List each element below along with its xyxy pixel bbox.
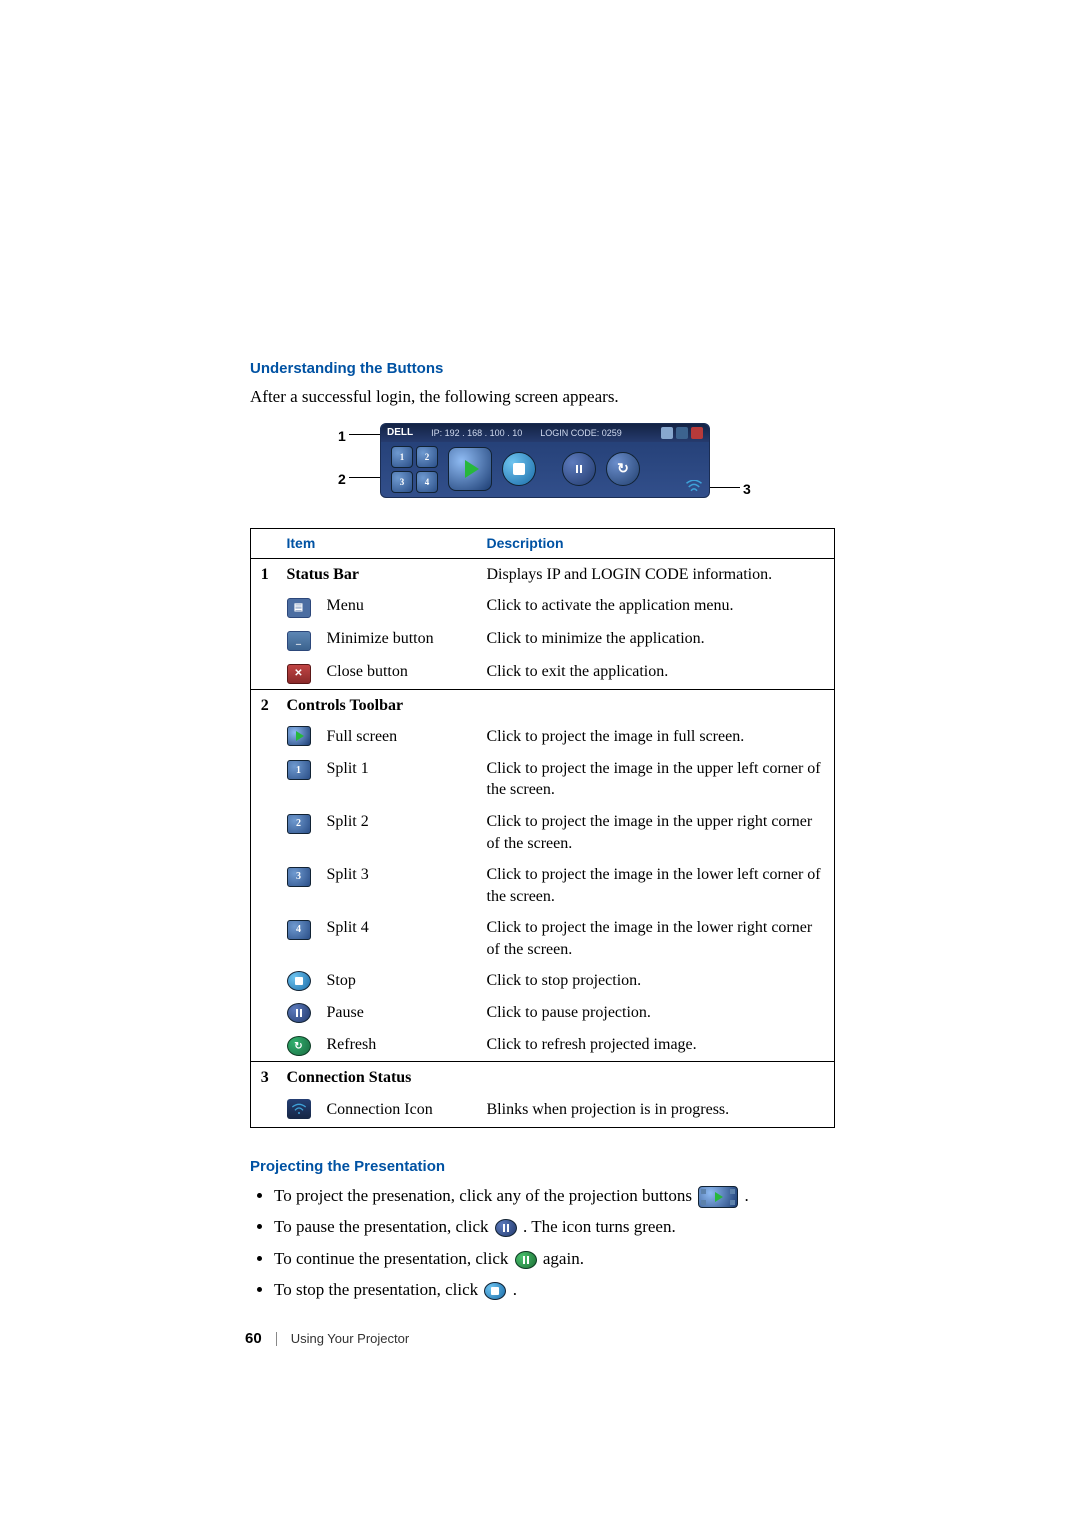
chapter-title: Using Your Projector	[291, 1331, 410, 1346]
brand-label: DELL	[387, 427, 413, 438]
status-bar: DELL IP: 192 . 168 . 100 . 10 LOGIN CODE…	[381, 424, 709, 442]
row-name: Connection Icon	[319, 1094, 479, 1127]
buttons-table: Item Description 1 Status Bar Displays I…	[250, 528, 835, 1128]
group-label: Connection Status	[279, 1062, 835, 1094]
stop-icon	[484, 1282, 506, 1300]
refresh-button[interactable]: ↻	[606, 452, 640, 486]
heading-projecting: Projecting the Presentation	[250, 1158, 835, 1175]
row-desc: Click to minimize the application.	[479, 623, 835, 656]
row-desc: Click to project the image in the upper …	[479, 806, 835, 859]
stop-button[interactable]	[502, 452, 536, 486]
split2-button[interactable]: 2	[416, 446, 438, 468]
pause-icon	[495, 1219, 517, 1237]
row-name: Minimize button	[319, 623, 479, 656]
heading-understanding: Understanding the Buttons	[250, 360, 835, 377]
row-name: Close button	[319, 656, 479, 689]
login-info: LOGIN CODE: 0259	[540, 428, 622, 438]
split4-button[interactable]: 4	[416, 471, 438, 493]
row-name: Menu	[319, 590, 479, 623]
minimize-icon[interactable]	[676, 427, 688, 439]
stop-icon	[287, 971, 311, 991]
split1-button[interactable]: 1	[391, 446, 413, 468]
projection-buttons-icon	[698, 1186, 738, 1208]
row-num: 2	[251, 689, 279, 721]
fullscreen-button[interactable]	[448, 447, 492, 491]
bullet-3: To continue the presentation, click agai…	[274, 1246, 835, 1272]
th-item: Item	[279, 528, 479, 558]
close-icon: ✕	[287, 664, 311, 684]
ip-info: IP: 192 . 168 . 100 . 10	[431, 428, 522, 438]
row-name: Split 2	[319, 806, 479, 859]
split3-icon: 3	[287, 867, 311, 887]
bullet-1: To project the presenation, click any of…	[274, 1183, 835, 1209]
row-desc: Click to activate the application menu.	[479, 590, 835, 623]
th-desc: Description	[479, 528, 835, 558]
row-num: 3	[251, 1062, 279, 1094]
bullet-list: To project the presenation, click any of…	[274, 1183, 835, 1303]
row-num: 1	[251, 558, 279, 590]
group-label: Controls Toolbar	[279, 689, 835, 721]
bullet-2: To pause the presentation, click . The i…	[274, 1214, 835, 1240]
row-name: Refresh	[319, 1029, 479, 1062]
bullet-4: To stop the presentation, click .	[274, 1277, 835, 1303]
row-desc: Displays IP and LOGIN CODE information.	[479, 558, 835, 590]
menu-icon[interactable]	[661, 427, 673, 439]
split3-button[interactable]: 3	[391, 471, 413, 493]
split1-icon: 1	[287, 760, 311, 780]
menu-icon: ▤	[287, 598, 311, 618]
connection-icon	[685, 479, 703, 493]
page-footer: 60 Using Your Projector	[245, 1330, 409, 1347]
row-desc: Click to project the image in full scree…	[479, 721, 835, 753]
row-desc: Click to project the image in the lower …	[479, 912, 835, 965]
split2-icon: 2	[287, 814, 311, 834]
row-name: Split 3	[319, 859, 479, 912]
callout-1: 1	[338, 428, 346, 444]
connection-icon	[287, 1099, 311, 1119]
row-name: Full screen	[319, 721, 479, 753]
pause-green-icon	[515, 1251, 537, 1269]
row-desc: Click to project the image in the lower …	[479, 859, 835, 912]
row-desc: Click to pause projection.	[479, 997, 835, 1029]
group-label: Status Bar	[279, 558, 479, 590]
split-grid: 1 2 3 4	[391, 446, 438, 493]
callout-3: 3	[743, 481, 751, 497]
toolbar-figure: 1 2 3 DELL IP: 192 . 168 . 100 . 10 LOGI…	[250, 423, 835, 508]
row-desc: Click to project the image in the upper …	[479, 753, 835, 806]
intro-text: After a successful login, the following …	[250, 385, 835, 409]
row-desc: Click to refresh projected image.	[479, 1029, 835, 1062]
row-desc: Click to exit the application.	[479, 656, 835, 689]
split4-icon: 4	[287, 920, 311, 940]
row-name: Pause	[319, 997, 479, 1029]
row-name: Split 4	[319, 912, 479, 965]
toolbar-screenshot: DELL IP: 192 . 168 . 100 . 10 LOGIN CODE…	[380, 423, 710, 498]
row-desc: Blinks when projection is in progress.	[479, 1094, 835, 1127]
play-icon	[287, 726, 311, 746]
page-number: 60	[245, 1330, 262, 1347]
pause-icon	[287, 1003, 311, 1023]
minimize-icon: _	[287, 631, 311, 651]
row-desc: Click to stop projection.	[479, 965, 835, 997]
refresh-icon: ↻	[287, 1036, 311, 1056]
callout-2: 2	[338, 471, 346, 487]
pause-button[interactable]	[562, 452, 596, 486]
row-name: Stop	[319, 965, 479, 997]
close-icon[interactable]	[691, 427, 703, 439]
row-name: Split 1	[319, 753, 479, 806]
